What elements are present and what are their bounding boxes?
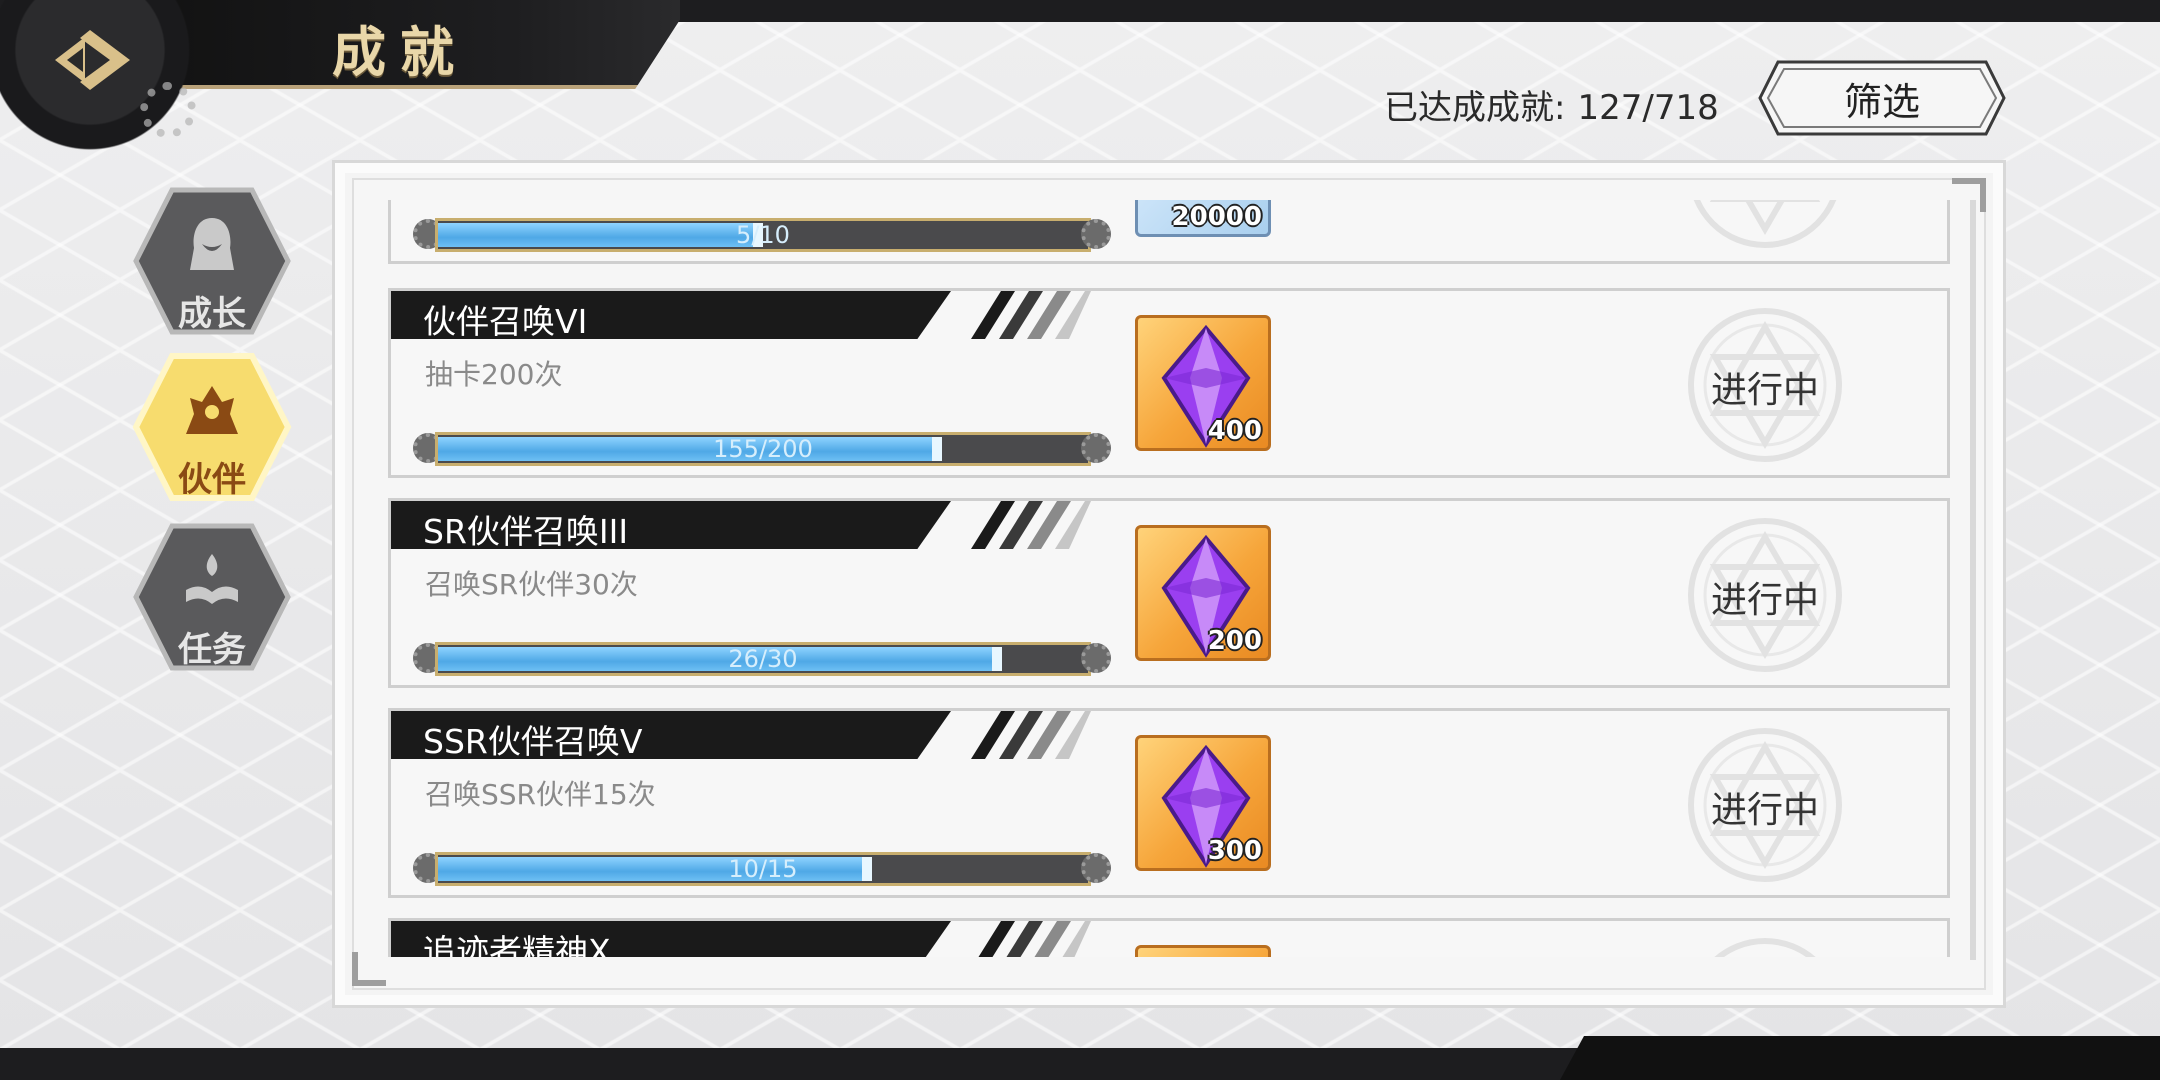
tab-mission-label: 任务 xyxy=(178,630,246,670)
reward-item[interactable]: 300 xyxy=(1135,735,1271,871)
reward-quantity: 20000 xyxy=(1171,202,1262,232)
achievement-card: 追迹者精神X xyxy=(388,918,1950,957)
page-title: 成就 xyxy=(332,20,468,84)
achievement-desc: 召唤SR伙伴30次 xyxy=(425,568,638,601)
reward-item[interactable]: 400 xyxy=(1135,315,1271,451)
achievement-title: SSR伙伴召唤V xyxy=(423,722,643,761)
reward-quantity: 300 xyxy=(1207,836,1262,866)
progress-text: 26/30 xyxy=(728,645,798,673)
progress-text: 10/15 xyxy=(728,855,798,883)
achievement-title: 伙伴召唤VI xyxy=(423,302,588,341)
progress-text: 155/200 xyxy=(713,435,813,463)
achievement-count-label: 已达成成就: xyxy=(1384,88,1566,128)
achievement-card: SR伙伴召唤III 召唤SR伙伴30次 26/30 200 进行中 xyxy=(388,498,1950,688)
tab-growth[interactable]: 成长 xyxy=(132,186,292,336)
seal-icon xyxy=(1714,938,1816,957)
reward-quantity: 400 xyxy=(1207,416,1262,446)
panel-corner-deco xyxy=(352,952,386,986)
progress-bar: 26/30 xyxy=(413,639,1113,681)
title-stripes-deco xyxy=(971,711,1091,759)
title-stripes-deco xyxy=(971,501,1091,549)
tab-growth-label: 成长 xyxy=(178,294,246,334)
filter-button[interactable]: 筛选 xyxy=(1758,60,2006,136)
achievement-count-value: 127/718 xyxy=(1577,88,1719,128)
reward-item[interactable]: 200 xyxy=(1135,525,1271,661)
achievement-desc: 抽卡200次 xyxy=(425,358,563,391)
achievement-title: 追迹者精神X xyxy=(423,932,611,957)
achievement-title: SR伙伴召唤III xyxy=(423,512,629,551)
filter-label: 筛选 xyxy=(1843,79,1920,124)
achievement-count: 已达成成就: 127/718 xyxy=(1384,80,1719,129)
reward-item[interactable]: 20000 xyxy=(1135,200,1271,237)
tab-companion[interactable]: 伙伴 xyxy=(132,352,292,502)
back-arrow-icon xyxy=(55,30,130,90)
reward-quantity: 200 xyxy=(1207,626,1262,656)
achievement-card: SSR伙伴召唤V 召唤SSR伙伴15次 10/15 300 进行中 xyxy=(388,708,1950,898)
reward-item[interactable] xyxy=(1135,945,1271,957)
title-stripes-deco xyxy=(971,291,1091,339)
status-label: 进行中 xyxy=(1710,580,1819,621)
hooded-figure-icon xyxy=(190,218,234,270)
achievement-list[interactable]: 5/10 20000 伙伴召唤VI 抽卡200次 155/200 400 进行中… xyxy=(370,200,1970,957)
seal-icon xyxy=(1693,200,1837,248)
tab-companion-label: 伙伴 xyxy=(178,460,246,500)
book-flame-icon xyxy=(186,554,238,604)
progress-text: 5/10 xyxy=(736,221,790,249)
bottom-bar-band xyxy=(1560,1036,2160,1080)
progress-bar: 5/10 xyxy=(413,215,1113,257)
status-label: 进行中 xyxy=(1710,370,1819,411)
achievement-card: 5/10 20000 xyxy=(388,200,1950,264)
progress-bar: 155/200 xyxy=(413,429,1113,471)
achievement-card: 伙伴召唤VI 抽卡200次 155/200 400 进行中 xyxy=(388,288,1950,478)
companion-group-icon xyxy=(186,386,238,434)
title-stripes-deco xyxy=(978,921,1091,957)
progress-bar: 10/15 xyxy=(413,849,1113,891)
status-label: 进行中 xyxy=(1710,790,1819,831)
achievement-desc: 召唤SSR伙伴15次 xyxy=(425,778,656,811)
back-button[interactable] xyxy=(20,10,160,110)
list-scrollbar[interactable] xyxy=(1970,200,1976,960)
tab-mission[interactable]: 任务 xyxy=(132,522,292,672)
